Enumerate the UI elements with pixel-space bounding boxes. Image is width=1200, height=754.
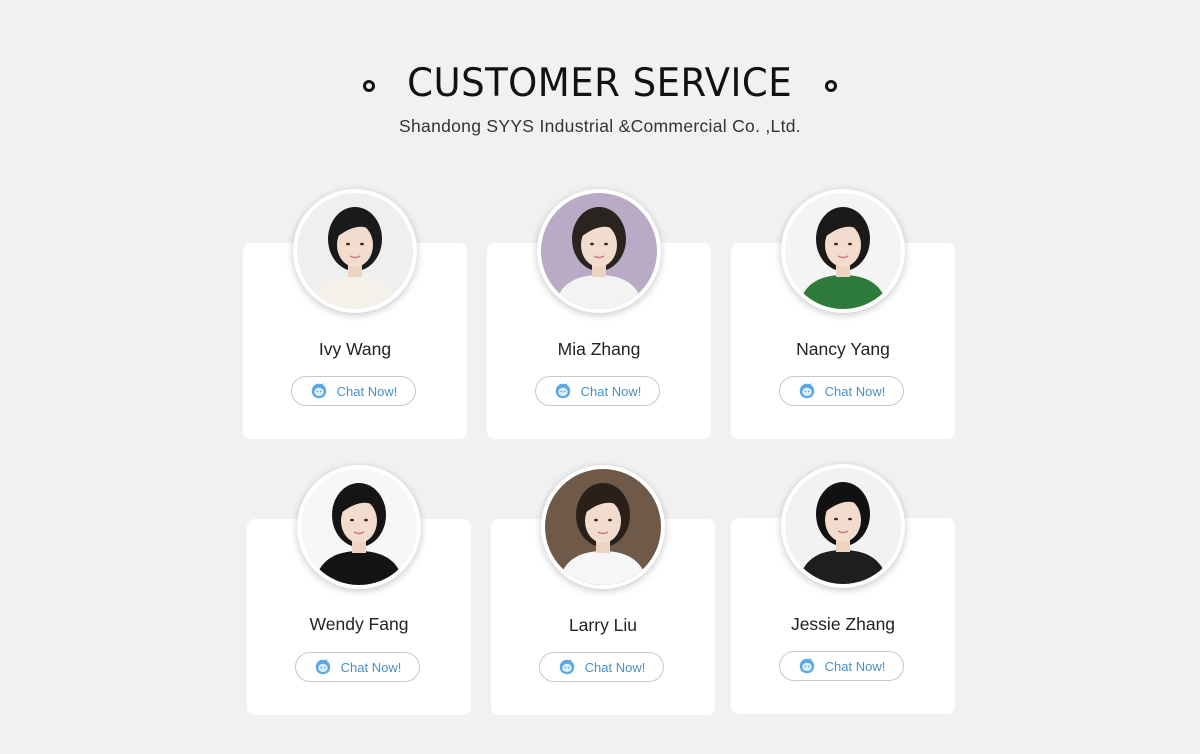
agent-avatar <box>293 189 417 313</box>
chat-bubble-icon <box>558 658 576 676</box>
chat-now-button[interactable]: Chat Now! <box>539 652 664 682</box>
chat-now-button[interactable]: Chat Now! <box>535 376 660 406</box>
page-title: CUSTOMER SERVICE <box>407 61 793 106</box>
chat-now-label: Chat Now! <box>584 659 646 675</box>
agent-avatar <box>537 189 661 313</box>
chat-now-button[interactable]: Chat Now! <box>291 376 416 406</box>
agent-name: Nancy Yang <box>796 339 890 359</box>
circle-right-icon <box>824 80 837 92</box>
agent-avatar <box>781 189 905 313</box>
agent-avatar <box>297 465 421 589</box>
title-row: CUSTOMER SERVICE <box>0 58 1200 110</box>
chat-now-button[interactable]: Chat Now! <box>779 651 904 681</box>
company-name: Shandong SYYS Industrial &Commercial Co.… <box>399 116 801 136</box>
chat-bubble-icon <box>314 658 332 676</box>
agent-name: Mia Zhang <box>557 339 641 359</box>
chat-bubble-icon <box>554 382 572 400</box>
chat-now-label: Chat Now! <box>336 383 398 399</box>
chat-now-label: Chat Now! <box>824 658 886 674</box>
chat-now-button[interactable]: Chat Now! <box>779 376 904 406</box>
chat-now-label: Chat Now! <box>824 383 886 399</box>
agent-avatar <box>541 465 665 589</box>
agent-avatar <box>781 464 905 588</box>
agent-name: Larry Liu <box>568 615 638 635</box>
chat-now-label: Chat Now! <box>340 659 402 675</box>
circle-left-icon <box>363 80 376 92</box>
agent-name: Wendy Fang <box>309 614 409 634</box>
chat-bubble-icon <box>310 382 328 400</box>
agent-name: Jessie Zhang <box>790 614 896 634</box>
chat-bubble-icon <box>798 382 816 400</box>
section-header: CUSTOMER SERVICE Shandong SYYS Industria… <box>0 58 1200 137</box>
chat-now-button[interactable]: Chat Now! <box>295 652 420 682</box>
chat-now-label: Chat Now! <box>580 383 642 399</box>
agent-name: Ivy Wang <box>318 339 392 359</box>
chat-bubble-icon <box>798 657 816 675</box>
